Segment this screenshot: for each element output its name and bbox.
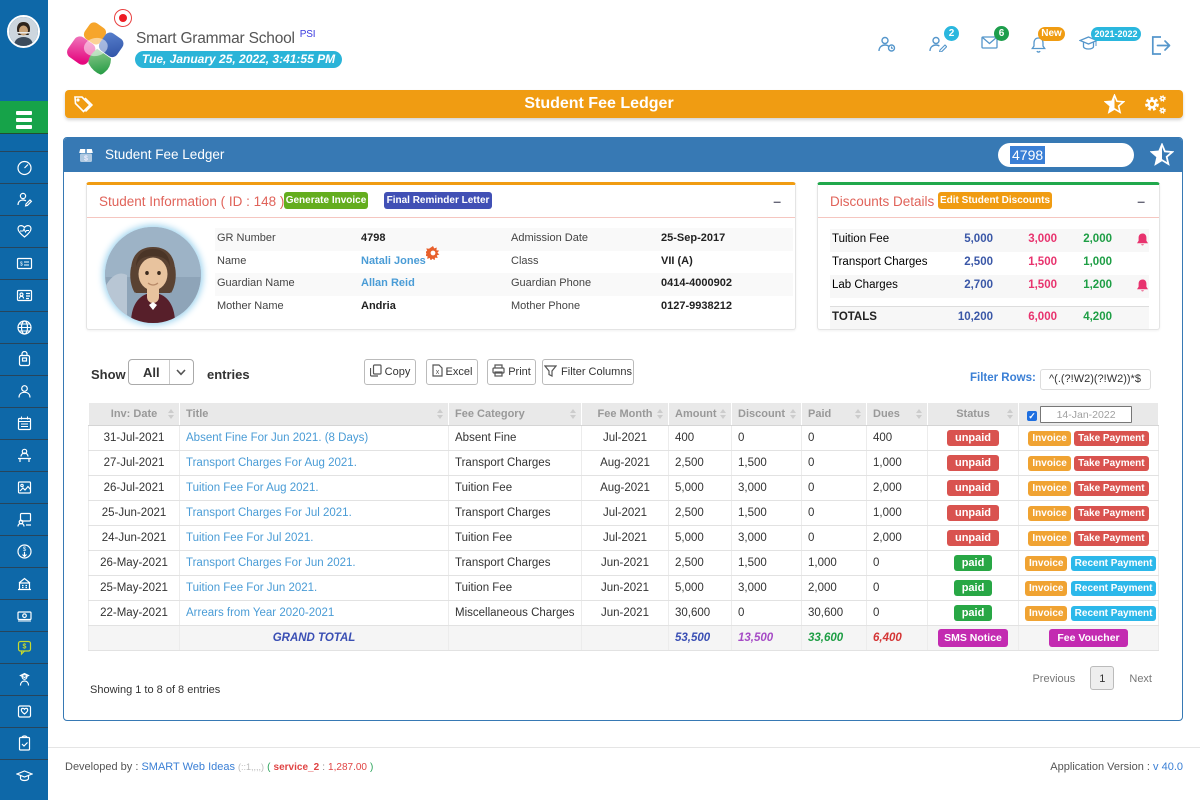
svg-text:$: $ [20,262,23,268]
svg-text:$: $ [84,156,88,163]
svg-text:$: $ [22,644,26,651]
svg-text:x: x [435,369,439,376]
